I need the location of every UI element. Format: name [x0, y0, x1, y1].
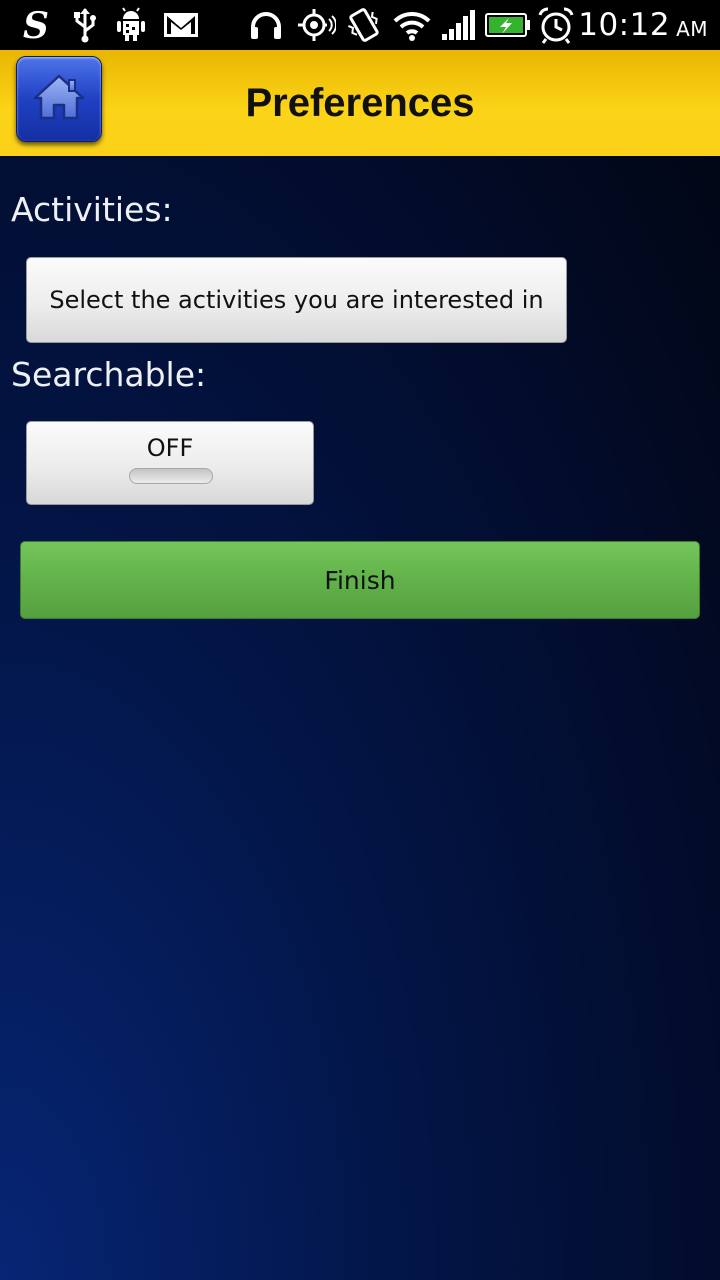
select-activities-button[interactable]: Select the activities you are interested… — [26, 257, 567, 343]
status-time-ampm: AM — [676, 17, 708, 41]
android-debug-icon — [114, 6, 148, 44]
searchable-label: Searchable: — [11, 355, 207, 394]
toggle-state-label: OFF — [146, 434, 194, 462]
alarm-icon — [536, 6, 576, 44]
wifi-icon — [392, 6, 432, 44]
toggle-indicator — [129, 468, 213, 484]
status-bar: S 10:12 AM — [0, 0, 720, 50]
home-icon — [29, 70, 89, 128]
vibrate-icon — [344, 6, 384, 44]
status-time-value: 10:12 — [578, 7, 671, 43]
gps-icon — [296, 6, 336, 44]
finish-button[interactable]: Finish — [20, 541, 700, 619]
home-button[interactable] — [16, 56, 102, 142]
status-time: 10:12 AM — [578, 0, 708, 50]
activities-label: Activities: — [11, 190, 173, 229]
svg-text:S: S — [23, 6, 49, 44]
gmail-icon — [162, 6, 200, 44]
header-bar: Preferences — [0, 50, 720, 156]
headset-icon — [248, 6, 284, 44]
page-title: Preferences — [245, 80, 475, 125]
battery-charging-icon — [484, 6, 532, 44]
signal-icon — [440, 6, 476, 44]
usb-icon — [70, 6, 100, 44]
swype-s-icon: S — [20, 6, 52, 44]
searchable-toggle-button[interactable]: OFF — [26, 421, 314, 505]
